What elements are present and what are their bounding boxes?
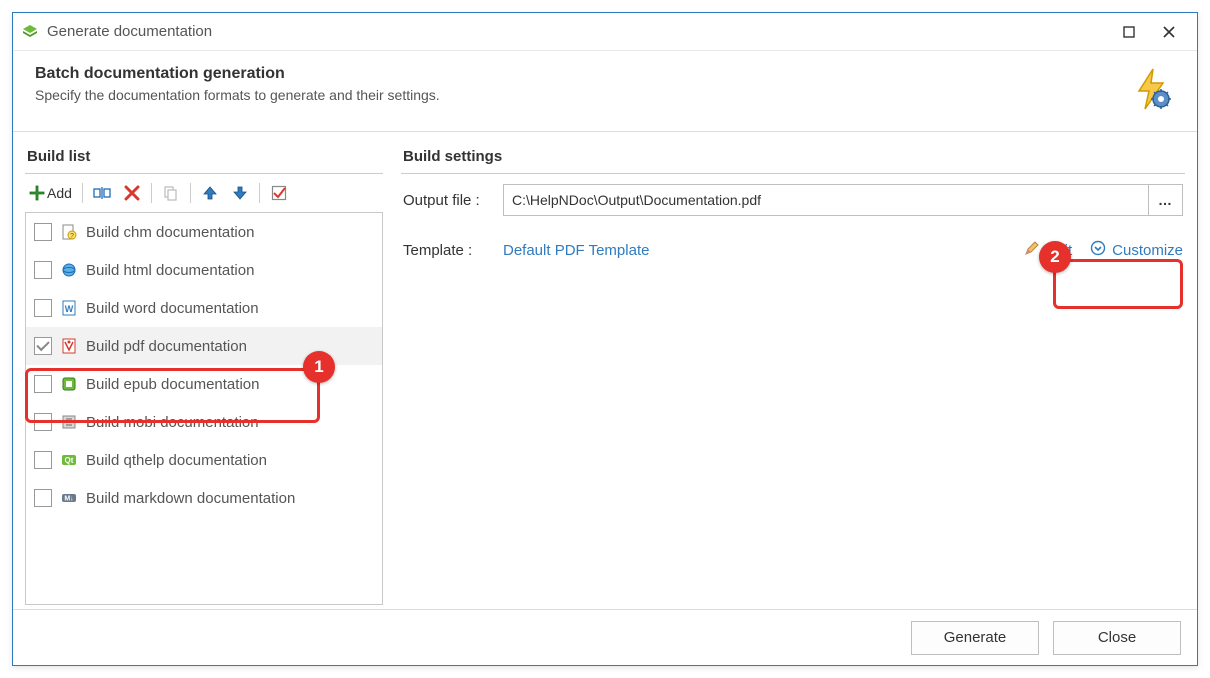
build-list-item[interactable]: Qt Build qthelp documentation (26, 441, 382, 479)
format-icon: ? (60, 223, 78, 241)
build-item-label: Build pdf documentation (86, 338, 247, 355)
move-down-button[interactable] (227, 180, 253, 206)
build-list-item[interactable]: M↓ Build markdown documentation (26, 479, 382, 517)
svg-text:?: ? (70, 233, 74, 240)
add-button[interactable]: Add (25, 180, 76, 206)
browse-button[interactable]: … (1148, 185, 1182, 215)
checkbox[interactable] (34, 261, 52, 279)
build-list-item[interactable]: Build mobi documentation (26, 403, 382, 441)
format-icon (60, 337, 78, 355)
customize-template-button[interactable]: Customize (1090, 240, 1183, 260)
separator (401, 173, 1185, 174)
annotation-badge-2: 2 (1039, 241, 1071, 273)
build-list-toolbar: Add (25, 178, 383, 212)
format-icon (60, 413, 78, 431)
build-list-title: Build list (25, 144, 383, 173)
dialog-window: Generate documentation Batch documentati… (12, 12, 1198, 666)
generate-button[interactable]: Generate (911, 621, 1039, 655)
window-title: Generate documentation (47, 23, 212, 40)
build-list-item[interactable]: ? Build chm documentation (26, 213, 382, 251)
header-subtitle: Specify the documentation formats to gen… (35, 87, 1127, 103)
header-title: Batch documentation generation (35, 65, 1127, 83)
checkbox[interactable] (34, 489, 52, 507)
dialog-body: Build list Add (13, 132, 1197, 609)
template-label: Template : (403, 242, 493, 259)
build-item-label: Build html documentation (86, 262, 254, 279)
delete-button[interactable] (119, 180, 145, 206)
move-up-button[interactable] (197, 180, 223, 206)
build-list[interactable]: ? Build chm documentation Build html docum… (25, 212, 383, 605)
template-name-link[interactable]: Default PDF Template (503, 242, 649, 259)
customize-label: Customize (1112, 242, 1183, 259)
lightning-gear-icon (1127, 65, 1175, 113)
format-icon (60, 261, 78, 279)
format-icon: W (60, 299, 78, 317)
toolbar-separator (190, 183, 191, 203)
format-icon (60, 375, 78, 393)
build-list-item[interactable]: W Build word documentation (26, 289, 382, 327)
dialog-footer: Generate Close (13, 609, 1197, 665)
svg-text:Qt: Qt (65, 456, 74, 465)
titlebar: Generate documentation (13, 13, 1197, 51)
duplicate-button[interactable] (158, 180, 184, 206)
build-item-label: Build qthelp documentation (86, 452, 267, 469)
toolbar-separator (151, 183, 152, 203)
separator (25, 173, 383, 174)
build-item-label: Build mobi documentation (86, 414, 259, 431)
build-item-label: Build word documentation (86, 300, 259, 317)
chevron-down-circle-icon (1090, 240, 1106, 260)
svg-text:M↓: M↓ (64, 496, 73, 503)
output-file-field: … (503, 184, 1183, 216)
checkbox[interactable] (34, 375, 52, 393)
build-settings-title: Build settings (401, 144, 1185, 173)
checkbox[interactable] (34, 337, 52, 355)
build-list-item[interactable]: Build html documentation (26, 251, 382, 289)
toolbar-separator (259, 183, 260, 203)
maximize-button[interactable] (1109, 17, 1149, 47)
rename-button[interactable] (89, 180, 115, 206)
add-label: Add (47, 185, 72, 201)
output-file-row: Output file : … (401, 178, 1185, 222)
dialog-header: Batch documentation generation Specify t… (13, 51, 1197, 132)
output-file-input[interactable] (504, 185, 1148, 215)
build-settings-panel: Build settings Output file : … Template … (401, 144, 1185, 605)
checkbox[interactable] (34, 451, 52, 469)
build-item-label: Build markdown documentation (86, 490, 295, 507)
pencil-icon (1024, 240, 1040, 260)
format-icon: M↓ (60, 489, 78, 507)
output-file-label: Output file : (403, 192, 493, 209)
annotation-badge-1: 1 (303, 351, 335, 383)
close-dialog-button[interactable]: Close (1053, 621, 1181, 655)
toolbar-separator (82, 183, 83, 203)
svg-text:W: W (65, 304, 74, 314)
build-item-label: Build chm documentation (86, 224, 254, 241)
build-item-label: Build epub documentation (86, 376, 259, 393)
toggle-all-button[interactable] (266, 180, 292, 206)
app-icon (21, 23, 39, 41)
format-icon: Qt (60, 451, 78, 469)
checkbox[interactable] (34, 413, 52, 431)
checkbox[interactable] (34, 299, 52, 317)
checkbox[interactable] (34, 223, 52, 241)
close-button[interactable] (1149, 17, 1189, 47)
